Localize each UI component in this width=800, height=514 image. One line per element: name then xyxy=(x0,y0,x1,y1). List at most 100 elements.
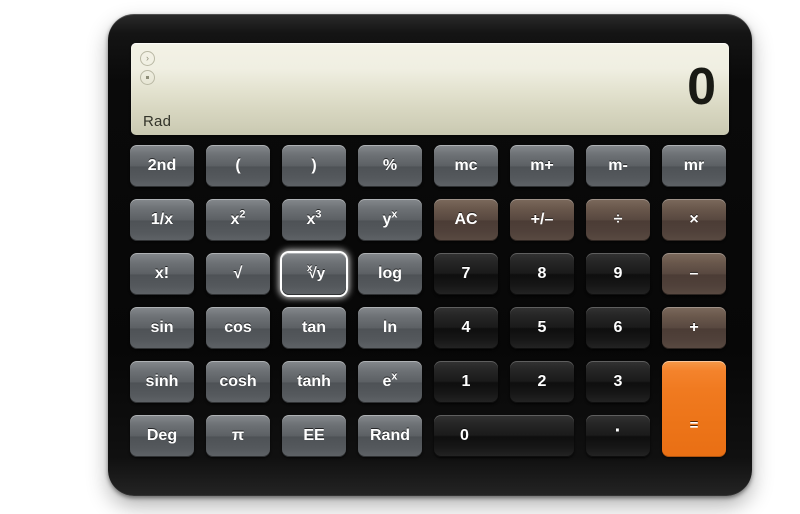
key-label: x √y xyxy=(306,263,326,282)
key-mc[interactable]: mc xyxy=(434,145,498,187)
key-label: Rand xyxy=(370,427,410,444)
key-label: x! xyxy=(154,265,170,282)
key-label: 3 xyxy=(613,373,623,390)
key-label: 1/x xyxy=(150,211,174,228)
key-sqrt[interactable]: √ xyxy=(206,253,270,295)
key-label: mr xyxy=(683,157,705,174)
calculator-body: › 0 Rad 2nd ()% mc m+ m-mr 1/x x2 x3 yx AC +/– ÷ × x!… xyxy=(108,14,752,496)
key-ypow[interactable]: yx xyxy=(358,199,422,241)
key-ee[interactable]: EE xyxy=(282,415,346,457)
key-label: 2nd xyxy=(147,157,177,174)
key-label: m+ xyxy=(530,157,554,174)
key-label: sinh xyxy=(145,373,179,390)
key-label: 2 xyxy=(537,373,547,390)
calculator-app: › 0 Rad 2nd ()% mc m+ m-mr 1/x x2 x3 yx AC +/– ÷ × x!… xyxy=(0,0,800,514)
key-label: – xyxy=(689,265,699,282)
display-indicators: › xyxy=(140,51,155,85)
key-label: EE xyxy=(303,427,325,444)
key-lparen[interactable]: ( xyxy=(206,145,270,187)
chevron-right-icon[interactable]: › xyxy=(140,51,155,66)
key-mplus[interactable]: m+ xyxy=(510,145,574,187)
key-label: · xyxy=(614,420,622,442)
key-cosh[interactable]: cosh xyxy=(206,361,270,403)
key-label: √ xyxy=(233,265,243,282)
key-cube[interactable]: x3 xyxy=(282,199,346,241)
key-log[interactable]: log xyxy=(358,253,422,295)
key-label: +/– xyxy=(530,211,554,228)
key-n1[interactable]: 1 xyxy=(434,361,498,403)
key-sinh[interactable]: sinh xyxy=(130,361,194,403)
key-label: log xyxy=(378,265,402,282)
key-mr[interactable]: mr xyxy=(662,145,726,187)
key-tan[interactable]: tan xyxy=(282,307,346,349)
key-label: ln xyxy=(382,319,398,336)
key-label: Deg xyxy=(146,427,178,444)
key-label: 5 xyxy=(537,319,547,336)
display-value: 0 xyxy=(687,57,716,116)
key-ln[interactable]: ln xyxy=(358,307,422,349)
key-n4[interactable]: 4 xyxy=(434,307,498,349)
key-label: sin xyxy=(150,319,174,336)
key-label: + xyxy=(689,319,699,336)
key-deg[interactable]: Deg xyxy=(130,415,194,457)
key-label: tan xyxy=(302,319,326,336)
key-pi[interactable]: π xyxy=(206,415,270,457)
key-sq[interactable]: x2 xyxy=(206,199,270,241)
key-label: tanh xyxy=(297,373,331,390)
key-label: AC xyxy=(454,211,478,228)
display-panel: › 0 Rad xyxy=(131,43,729,135)
key-fact[interactable]: x! xyxy=(130,253,194,295)
key-ac[interactable]: AC xyxy=(434,199,498,241)
key-negate[interactable]: +/– xyxy=(510,199,574,241)
key-label: ( xyxy=(235,157,241,174)
key-n9[interactable]: 9 xyxy=(586,253,650,295)
key-label: 6 xyxy=(613,319,623,336)
key-label: 7 xyxy=(461,265,471,282)
key-xrooty[interactable]: x √y xyxy=(282,253,346,295)
key-label: π xyxy=(231,427,245,444)
key-label: yx xyxy=(382,208,398,228)
key-tanh[interactable]: tanh xyxy=(282,361,346,403)
key-plus[interactable]: + xyxy=(662,307,726,349)
key-label: 8 xyxy=(537,265,547,282)
key-label: m- xyxy=(608,157,628,174)
key-2nd[interactable]: 2nd xyxy=(130,145,194,187)
key-sin[interactable]: sin xyxy=(130,307,194,349)
key-n6[interactable]: 6 xyxy=(586,307,650,349)
key-label: 4 xyxy=(461,319,471,336)
key-rand[interactable]: Rand xyxy=(358,415,422,457)
key-dot[interactable]: · xyxy=(586,415,650,457)
key-mminus[interactable]: m- xyxy=(586,145,650,187)
keypad: 2nd ()% mc m+ m-mr 1/x x2 x3 yx AC +/– ÷ × x! √ x √y log 7… xyxy=(130,145,730,471)
key-n8[interactable]: 8 xyxy=(510,253,574,295)
key-times[interactable]: × xyxy=(662,199,726,241)
key-label: x3 xyxy=(306,208,322,228)
key-cos[interactable]: cos xyxy=(206,307,270,349)
key-divide[interactable]: ÷ xyxy=(586,199,650,241)
key-n3[interactable]: 3 xyxy=(586,361,650,403)
key-label: ÷ xyxy=(613,211,623,228)
key-label: 0 xyxy=(460,427,469,444)
key-pct[interactable]: % xyxy=(358,145,422,187)
dot-icon[interactable] xyxy=(140,70,155,85)
key-n5[interactable]: 5 xyxy=(510,307,574,349)
key-label: % xyxy=(382,157,398,174)
key-equals[interactable]: = xyxy=(662,361,726,457)
key-label: 1 xyxy=(461,373,471,390)
key-n0[interactable]: 0 xyxy=(434,415,574,457)
key-label: cos xyxy=(224,319,252,336)
key-rparen[interactable]: ) xyxy=(282,145,346,187)
key-label: mc xyxy=(454,157,478,174)
key-label: 9 xyxy=(613,265,623,282)
key-label: x2 xyxy=(230,208,246,228)
key-minus[interactable]: – xyxy=(662,253,726,295)
key-inv[interactable]: 1/x xyxy=(130,199,194,241)
key-n2[interactable]: 2 xyxy=(510,361,574,403)
key-n7[interactable]: 7 xyxy=(434,253,498,295)
angle-mode-label: Rad xyxy=(143,113,172,130)
key-label: ex xyxy=(382,370,398,390)
key-label: ) xyxy=(311,157,317,174)
key-exp[interactable]: ex xyxy=(358,361,422,403)
key-label: = xyxy=(689,417,699,434)
key-label: × xyxy=(689,211,699,228)
